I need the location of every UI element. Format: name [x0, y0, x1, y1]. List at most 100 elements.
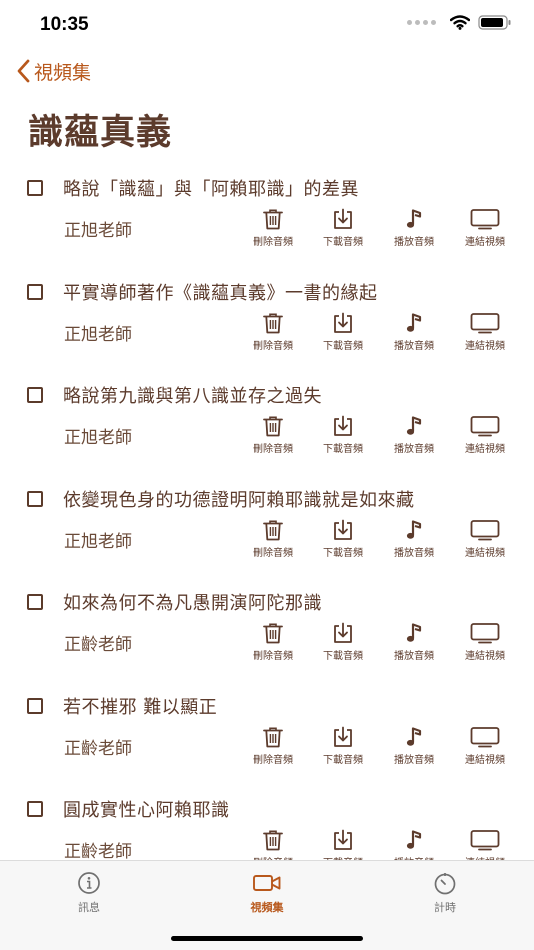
link-video-button[interactable]: 連結視頻 [450, 414, 520, 455]
link-video-label: 連結視頻 [465, 237, 505, 248]
play-audio-button[interactable]: 播放音頻 [379, 311, 449, 352]
play-audio-button[interactable]: 播放音頻 [379, 518, 449, 559]
trash-icon [263, 313, 283, 333]
download-audio-button[interactable]: 下載音頻 [308, 207, 378, 248]
teacher-name: 正齡老師 [64, 738, 132, 759]
delete-audio-button[interactable]: 刪除音頻 [238, 207, 308, 248]
download-audio-button[interactable]: 下載音頻 [308, 828, 378, 860]
list-item: 略說第九識與第八識並存之過失 正旭老師 刪除音頻 下載音頻 播放音頻 連結視頻 [0, 377, 534, 481]
play-audio-button[interactable]: 播放音頻 [379, 828, 449, 860]
teacher-name: 正旭老師 [64, 221, 132, 241]
checkbox[interactable] [27, 180, 43, 196]
music-note-icon [406, 209, 422, 228]
teacher-name: 正旭老師 [64, 324, 132, 345]
delete-audio-label: 刪除音頻 [253, 547, 293, 559]
status-bar: 10:35 [0, 0, 534, 50]
download-audio-button[interactable]: 下載音頻 [308, 518, 378, 559]
music-note-icon [406, 726, 422, 746]
checkbox[interactable] [27, 697, 43, 714]
item-title: 平實導師著作《識蘊真義》一書的緣起 [63, 282, 378, 304]
list-item: 略說「識蘊」與「阿賴耶識」的差異 正旭老師 刪除音頻 下載音頻 播放音頻 連結視… [0, 170, 534, 274]
wifi-icon [450, 15, 470, 30]
download-icon [334, 726, 352, 747]
play-audio-label: 播放音頻 [394, 754, 434, 766]
link-video-button[interactable]: 連結視頻 [450, 207, 520, 248]
home-indicator[interactable] [171, 936, 363, 941]
status-icons [407, 15, 512, 30]
play-audio-label: 播放音頻 [394, 444, 434, 455]
link-video-label: 連結視頻 [465, 547, 505, 559]
play-audio-label: 播放音頻 [394, 547, 434, 559]
play-audio-button[interactable]: 播放音頻 [379, 207, 449, 248]
link-video-button[interactable]: 連結視頻 [450, 621, 520, 662]
delete-audio-button[interactable]: 刪除音頻 [238, 621, 308, 662]
tab-video[interactable]: 視頻集 [207, 871, 327, 915]
list-item: 平實導師著作《識蘊真義》一書的緣起 正旭老師 刪除音頻 下載音頻 播放音頻 連結… [0, 274, 534, 378]
back-label: 視頻集 [34, 61, 92, 84]
info-icon [78, 872, 100, 894]
teacher-name: 正旭老師 [64, 531, 132, 552]
signal-dots-icon [407, 20, 436, 25]
back-button[interactable]: 視頻集 [16, 56, 91, 86]
teacher-name: 正齡老師 [64, 635, 132, 655]
play-audio-button[interactable]: 播放音頻 [379, 414, 449, 455]
download-audio-label: 下載音頻 [323, 651, 363, 662]
status-time: 10:35 [40, 14, 89, 35]
tab-info[interactable]: 訊息 [29, 871, 149, 915]
delete-audio-label: 刪除音頻 [253, 237, 293, 248]
link-video-label: 連結視頻 [465, 651, 505, 662]
teacher-name: 正旭老師 [64, 428, 132, 448]
tv-icon [470, 416, 500, 437]
checkbox[interactable] [27, 490, 43, 507]
delete-audio-button[interactable]: 刪除音頻 [238, 725, 308, 766]
download-audio-button[interactable]: 下載音頻 [308, 414, 378, 455]
delete-audio-button[interactable]: 刪除音頻 [238, 311, 308, 352]
download-audio-label: 下載音頻 [323, 547, 363, 559]
battery-icon [478, 15, 511, 30]
delete-audio-button[interactable]: 刪除音頻 [238, 828, 308, 860]
checkbox[interactable] [27, 801, 43, 817]
list-item: 依變現色身的功德證明阿賴耶識就是如來藏 正旭老師 刪除音頻 下載音頻 播放音頻 … [0, 481, 534, 585]
page-title: 識蘊真義 [28, 113, 173, 153]
tv-icon [470, 726, 500, 747]
video-list[interactable]: 略說「識蘊」與「阿賴耶識」的差異 正旭老師 刪除音頻 下載音頻 播放音頻 連結視… [0, 170, 534, 860]
link-video-label: 連結視頻 [465, 444, 505, 455]
download-audio-button[interactable]: 下載音頻 [308, 725, 378, 766]
link-video-button[interactable]: 連結視頻 [450, 828, 520, 860]
play-audio-button[interactable]: 播放音頻 [379, 725, 449, 766]
item-title: 圓成實性心阿賴耶識 [63, 800, 230, 821]
tab-timer[interactable]: 計時 [385, 871, 505, 915]
item-title: 依變現色身的功德證明阿賴耶識就是如來藏 [63, 489, 415, 511]
delete-audio-button[interactable]: 刪除音頻 [238, 518, 308, 559]
teacher-name: 正齡老師 [64, 842, 132, 860]
trash-icon [263, 623, 283, 644]
item-title: 略說「識蘊」與「阿賴耶識」的差異 [63, 179, 359, 200]
play-audio-button[interactable]: 播放音頻 [379, 621, 449, 662]
download-audio-label: 下載音頻 [323, 754, 363, 766]
item-title: 若不摧邪 難以顯正 [63, 696, 218, 718]
download-audio-label: 下載音頻 [323, 237, 363, 248]
download-audio-button[interactable]: 下載音頻 [308, 621, 378, 662]
link-video-button[interactable]: 連結視頻 [450, 518, 520, 559]
link-video-label: 連結視頻 [465, 340, 505, 352]
trash-icon [263, 830, 283, 851]
download-audio-label: 下載音頻 [323, 340, 363, 352]
delete-audio-label: 刪除音頻 [253, 651, 293, 662]
delete-audio-label: 刪除音頻 [253, 340, 293, 352]
checkbox[interactable] [27, 594, 43, 610]
delete-audio-button[interactable]: 刪除音頻 [238, 414, 308, 455]
chevron-left-icon [17, 59, 30, 83]
music-note-icon [406, 312, 422, 332]
checkbox[interactable] [27, 387, 43, 403]
trash-icon [263, 727, 283, 747]
link-video-label: 連結視頻 [465, 754, 505, 766]
link-video-button[interactable]: 連結視頻 [450, 311, 520, 352]
checkbox[interactable] [27, 283, 43, 300]
tv-icon [470, 623, 500, 644]
tab-video-label: 視頻集 [250, 901, 284, 914]
play-audio-label: 播放音頻 [394, 340, 434, 352]
tab-timer-label: 計時 [434, 901, 456, 914]
link-video-button[interactable]: 連結視頻 [450, 725, 520, 766]
download-audio-button[interactable]: 下載音頻 [308, 311, 378, 352]
play-audio-label: 播放音頻 [394, 237, 434, 248]
